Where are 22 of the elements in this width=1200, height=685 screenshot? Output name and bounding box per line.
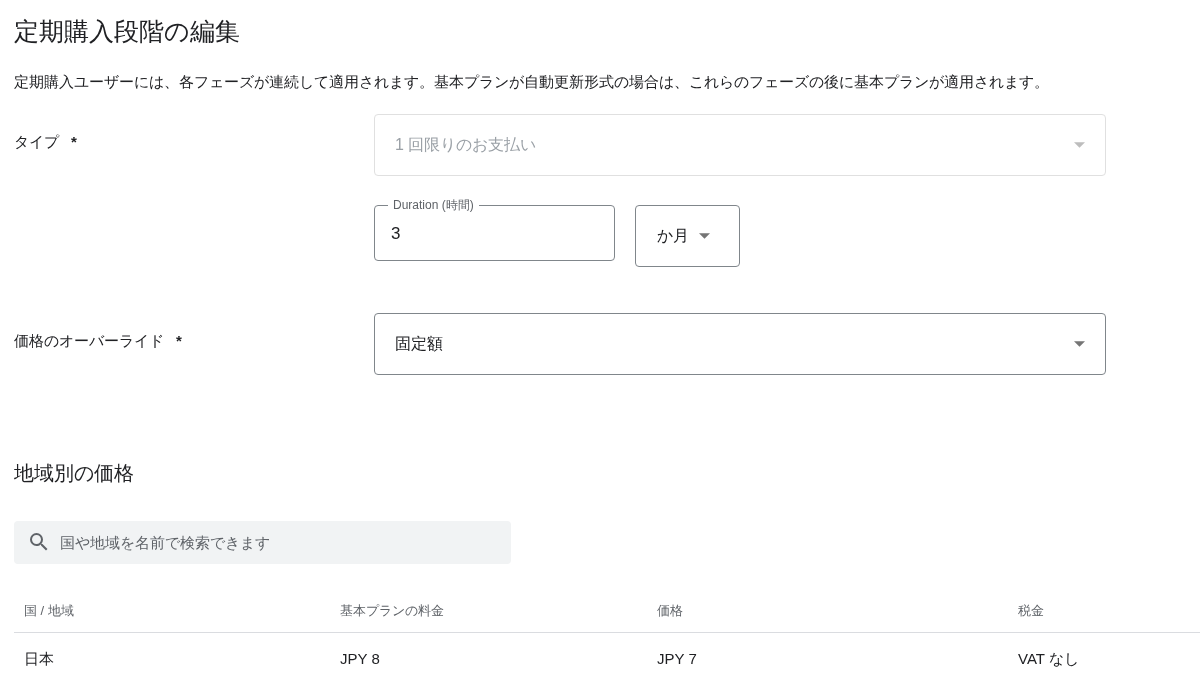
table-cell-text: JPY 8 — [340, 648, 381, 669]
page-title: 定期購入段階の編集 — [14, 16, 240, 47]
table-cell-text: VAT なし — [1018, 648, 1080, 669]
section-heading: 地域別の価格 — [14, 461, 134, 486]
column-header: 国 / 地域 — [24, 602, 75, 621]
caret-icon — [699, 233, 710, 239]
field-label: 価格のオーバーライド — [14, 331, 164, 351]
price-override-dropdown[interactable]: 固定額 — [374, 313, 1106, 375]
required-mark: * — [71, 132, 77, 152]
required-mark: * — [176, 331, 182, 351]
column-header: 基本プランの料金 — [340, 602, 445, 621]
description-text: 定期購入ユーザーには、各フェーズが連続して適用されます。基本プランが自動更新形式の場合は、これらのフェーズの後に基本プランが適用されます。 — [14, 73, 1049, 92]
unit-dropdown[interactable]: か月 — [635, 205, 740, 267]
caret-icon — [1074, 142, 1085, 148]
search-field[interactable]: 国や地域を名前で検索できます — [14, 521, 511, 564]
search-icon — [30, 533, 48, 551]
column-header: 税金 — [1018, 602, 1045, 621]
field-label: タイプ — [14, 132, 59, 152]
table-cell-text: 日本 — [24, 648, 55, 669]
caret-icon — [1074, 341, 1085, 347]
table-cell-text: JPY 7 — [657, 648, 698, 669]
column-header: 価格 — [657, 602, 684, 621]
